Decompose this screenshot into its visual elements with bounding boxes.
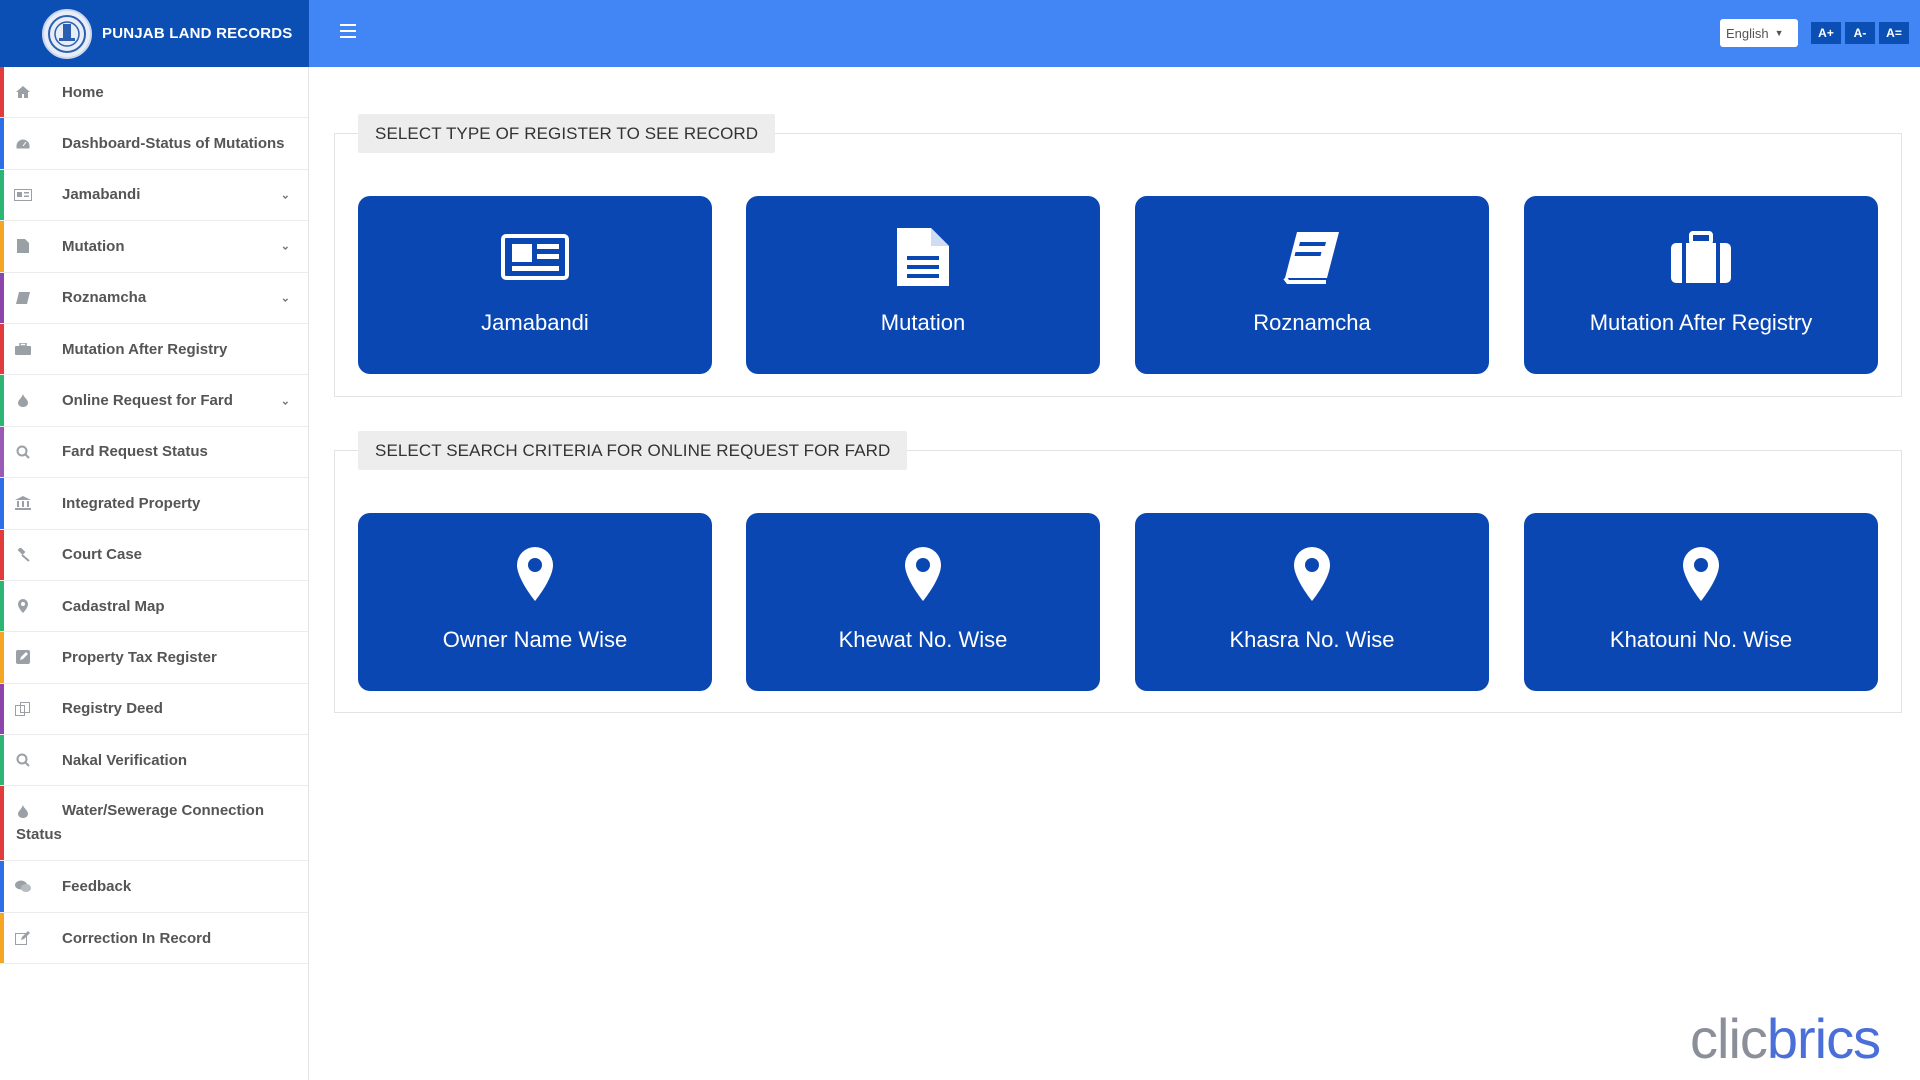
fire-icon (14, 804, 32, 818)
watermark-logo: clicbrics (1690, 1007, 1881, 1070)
sidebar-item-cadastral-map[interactable]: Cadastral Map (0, 580, 308, 633)
file-text-icon (897, 228, 949, 286)
sidebar-item-online-request-fard[interactable]: Online Request for Fard ⌄ (0, 375, 308, 427)
card-label: Owner Name Wise (442, 627, 628, 652)
book-icon (14, 291, 32, 305)
sidebar-item-fard-request-status[interactable]: Fard Request Status (0, 426, 308, 479)
sidebar: Home Dashboard-Status of Mutations Jamab… (0, 67, 309, 1080)
map-marker-icon (1294, 545, 1330, 603)
search-section-title: SELECT SEARCH CRITERIA FOR ONLINE REQUES… (358, 431, 908, 470)
sidebar-item-label: Roznamcha (62, 289, 147, 307)
khatouni-no-wise-card[interactable]: Khatouni No. Wise (1524, 513, 1878, 691)
sidebar-item-feedback[interactable]: Feedback (0, 861, 308, 913)
sidebar-item-label: Nakal Verification (62, 751, 188, 769)
book-icon (1283, 228, 1341, 286)
dashboard-icon (14, 137, 32, 151)
map-marker-icon (905, 545, 941, 603)
pencil-square-icon (14, 931, 32, 946)
register-section-title: SELECT TYPE OF REGISTER TO SEE RECORD (358, 114, 776, 153)
sidebar-item-registry-deed[interactable]: Registry Deed (0, 683, 308, 736)
sidebar-item-label: Dashboard-Status of Mutations (62, 135, 285, 153)
chevron-down-icon: ⌄ (280, 240, 290, 253)
copy-icon (14, 701, 32, 716)
font-increase-button[interactable]: A+ (1811, 22, 1841, 44)
sidebar-item-label: Online Request for Fard (62, 392, 233, 410)
chevron-down-icon: ⌄ (280, 395, 290, 408)
khasra-no-wise-card[interactable]: Khasra No. Wise (1135, 513, 1489, 691)
emblem-logo (42, 8, 92, 59)
card-label: Mutation After Registry (1589, 310, 1813, 335)
sidebar-item-water-sewerage[interactable]: Water/Sewerage Connection Status (0, 786, 308, 862)
sidebar-item-jamabandi[interactable]: Jamabandi ⌄ (0, 169, 308, 222)
sidebar-item-mutation-after-registry[interactable]: Mutation After Registry (0, 323, 308, 376)
sidebar-item-roznamcha[interactable]: Roznamcha ⌄ (0, 272, 308, 324)
sidebar-item-label: Property Tax Register (62, 648, 217, 666)
briefcase-icon (14, 342, 32, 356)
font-decrease-button[interactable]: A- (1845, 22, 1875, 44)
card-label: Khasra No. Wise (1229, 627, 1395, 652)
sidebar-item-label: Correction In Record (62, 929, 212, 947)
sidebar-item-correction-in-record[interactable]: Correction In Record (0, 912, 308, 965)
fire-icon (14, 394, 32, 408)
home-icon (14, 85, 32, 99)
map-marker-icon (1683, 545, 1719, 603)
roznamcha-card[interactable]: Roznamcha (1135, 196, 1489, 374)
owner-name-wise-card[interactable]: Owner Name Wise (358, 513, 712, 691)
bank-icon (14, 496, 32, 511)
map-marker-icon (14, 599, 32, 614)
comments-icon (14, 880, 32, 894)
search-icon (14, 445, 32, 459)
chevron-down-icon: ▼ (1774, 28, 1784, 38)
sidebar-item-label: Cadastral Map (62, 597, 165, 615)
briefcase-icon (1671, 228, 1731, 286)
sidebar-item-label: Jamabandi (62, 186, 141, 204)
sidebar-item-dashboard[interactable]: Dashboard-Status of Mutations (0, 118, 308, 170)
sidebar-item-integrated-property[interactable]: Integrated Property (0, 478, 308, 530)
card-label: Jamabandi (481, 310, 589, 335)
card-label: Roznamcha (1253, 310, 1371, 335)
sidebar-item-mutation[interactable]: Mutation ⌄ (0, 221, 308, 273)
site-title[interactable]: PUNJAB LAND RECORDS (102, 25, 292, 42)
sidebar-item-label: Fard Request Status (62, 443, 208, 461)
search-icon (14, 753, 32, 767)
edit-icon (14, 650, 32, 665)
top-navbar (309, 0, 1920, 67)
sidebar-item-label: Registry Deed (62, 700, 163, 718)
sidebar-item-label: Court Case (62, 546, 143, 564)
sidebar-item-label: Home (62, 83, 104, 101)
language-select[interactable]: English ▼ (1720, 19, 1798, 47)
file-icon (14, 239, 32, 254)
chevron-down-icon: ⌄ (280, 292, 290, 305)
card-label: Khatouni No. Wise (1609, 627, 1793, 652)
newspaper-icon (14, 188, 32, 202)
sidebar-item-nakal-verification[interactable]: Nakal Verification (0, 735, 308, 787)
menu-toggle-icon[interactable] (340, 24, 356, 38)
brand-bar: PUNJAB LAND RECORDS (0, 0, 309, 67)
card-label: Khewat No. Wise (838, 627, 1008, 652)
sidebar-item-home[interactable]: Home (0, 67, 308, 119)
font-reset-button[interactable]: A= (1879, 22, 1909, 44)
sidebar-item-property-tax-register[interactable]: Property Tax Register (0, 632, 308, 684)
card-label: Mutation (880, 310, 966, 335)
sidebar-item-label: Water/Sewerage Connection Status (16, 802, 264, 844)
map-marker-icon (517, 545, 553, 603)
khewat-no-wise-card[interactable]: Khewat No. Wise (746, 513, 1100, 691)
jamabandi-card[interactable]: Jamabandi (358, 196, 712, 374)
mutation-after-registry-card[interactable]: Mutation After Registry (1524, 196, 1878, 374)
sidebar-item-label: Mutation After Registry (62, 340, 228, 358)
sidebar-item-court-case[interactable]: Court Case (0, 529, 308, 581)
mutation-card[interactable]: Mutation (746, 196, 1100, 374)
gavel-icon (14, 547, 32, 562)
chevron-down-icon: ⌄ (280, 189, 290, 202)
newspaper-icon (500, 228, 570, 286)
sidebar-item-label: Integrated Property (62, 494, 201, 512)
language-selected: English (1726, 25, 1769, 41)
sidebar-item-label: Feedback (62, 878, 132, 896)
sidebar-item-label: Mutation (62, 237, 125, 255)
